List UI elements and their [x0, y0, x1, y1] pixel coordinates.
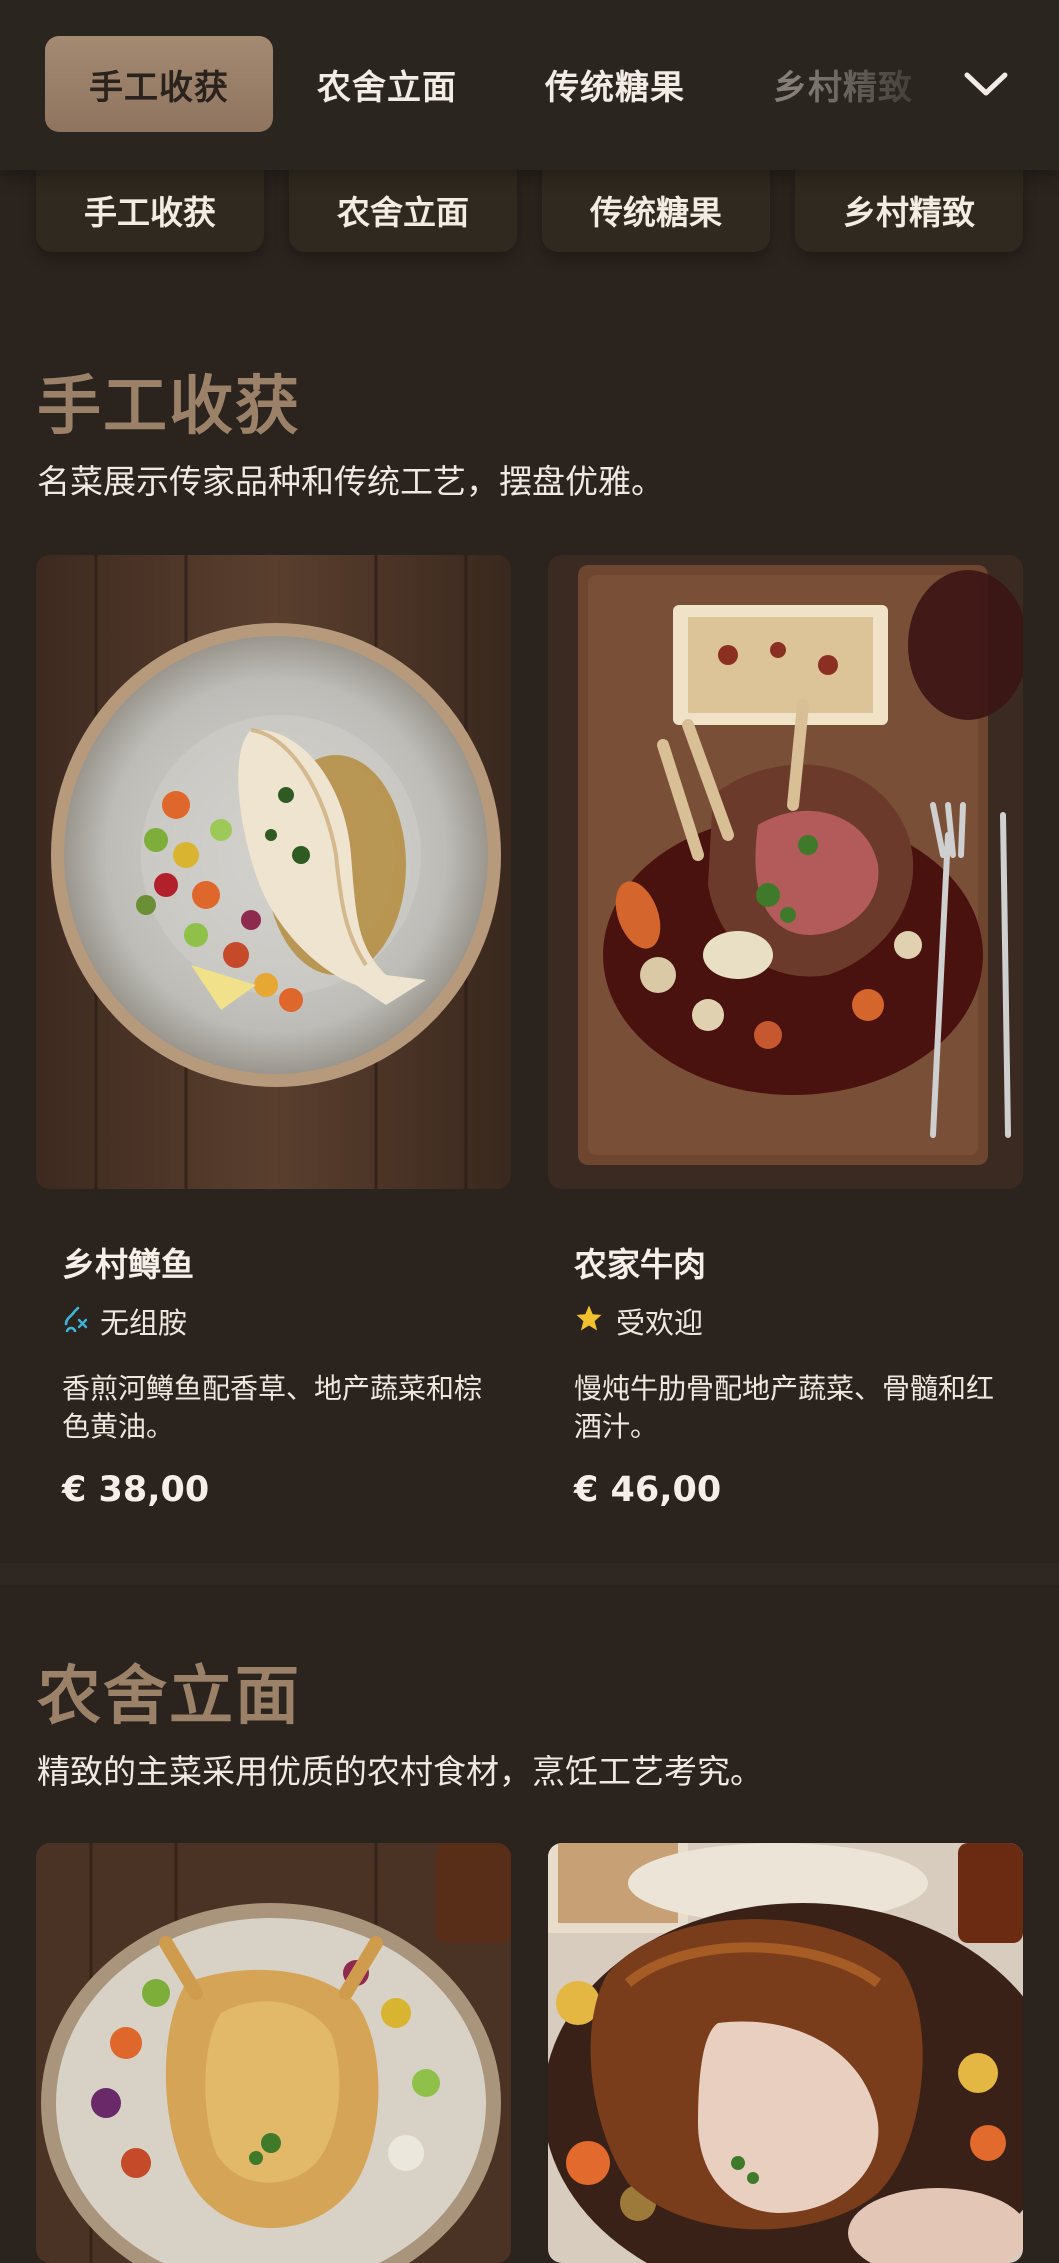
menu-card-roast-chicken[interactable] [36, 1843, 511, 2263]
section-title: 手工收获 [37, 370, 301, 444]
tab-traditional-sweets[interactable]: 传统糖果 [501, 36, 729, 132]
tab-farmhouse-facade[interactable]: 农舍立面 [273, 36, 501, 132]
dish-price: € 38,00 [62, 1470, 210, 1510]
dish-image-beef [548, 555, 1023, 1189]
tab-handmade-harvest[interactable]: 手工收获 [45, 36, 273, 132]
category-tabs: 手工收获 农舍立面 传统糖果 乡村精致 [45, 36, 957, 132]
section-subtitle: 名菜展示传家品种和传统工艺，摆盘优雅。 [37, 462, 664, 501]
section-farmhouse-facade: 农舍立面 精致的主菜采用优质的农村食材，烹饪工艺考究。 [0, 1585, 1059, 2263]
dish-tag-label: 无组胺 [100, 1306, 188, 1340]
dish-tag: 受欢迎 [574, 1300, 703, 1342]
section-handmade-harvest: 手工收获 名菜展示传家品种和传统工艺，摆盘优雅。 乡村鳟鱼 无组胺 香煎河鳟鱼配… [0, 0, 1059, 1563]
dish-description: 慢炖牛肋骨配地产蔬菜、骨髓和红酒汁。 [574, 1372, 995, 1443]
section-divider [0, 1563, 1059, 1585]
dish-image-trout [36, 555, 511, 1189]
dish-image-chicken [36, 1843, 511, 2263]
top-nav-bar: 手工收获 农舍立面 传统糖果 乡村精致 [0, 0, 1059, 170]
tab-rustic-refined[interactable]: 乡村精致 [729, 36, 957, 132]
dish-image-pork [548, 1843, 1023, 2263]
dish-price: € 46,00 [574, 1470, 722, 1510]
menu-card-beef[interactable]: 农家牛肉 受欢迎 慢炖牛肋骨配地产蔬菜、骨髓和红酒汁。 € 46,00 [548, 555, 1023, 1535]
dish-tag-label: 受欢迎 [616, 1306, 704, 1340]
menu-card-roast-pork[interactable] [548, 1843, 1023, 2263]
dish-tag: 无组胺 [62, 1300, 187, 1342]
menu-card-trout[interactable]: 乡村鳟鱼 无组胺 香煎河鳟鱼配香草、地产蔬菜和棕色黄油。 € 38,00 [36, 555, 511, 1535]
no-histamine-icon [62, 1304, 88, 1339]
dish-name: 乡村鳟鱼 [62, 1245, 194, 1284]
section-subtitle: 精致的主菜采用优质的农村食材，烹饪工艺考究。 [37, 1752, 763, 1791]
chevron-down-icon[interactable] [960, 58, 1012, 110]
section-title: 农舍立面 [37, 1660, 301, 1734]
dish-description: 香煎河鳟鱼配香草、地产蔬菜和棕色黄油。 [62, 1372, 483, 1443]
star-icon [574, 1303, 604, 1340]
dish-name: 农家牛肉 [574, 1245, 706, 1284]
